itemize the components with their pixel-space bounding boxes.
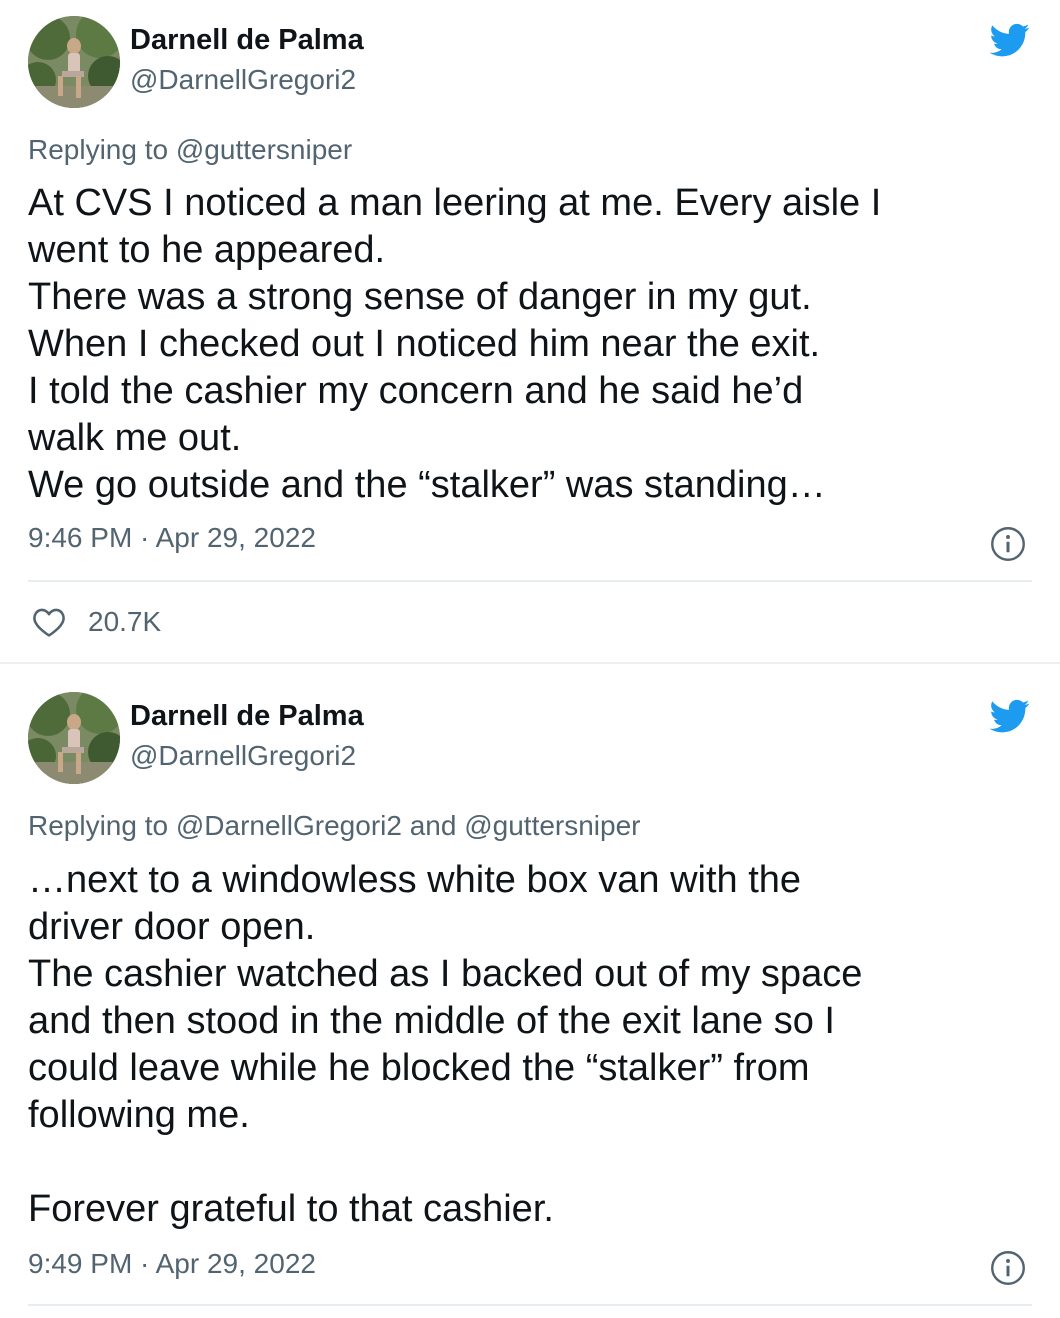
divider <box>28 1304 1032 1306</box>
twitter-bird-icon[interactable] <box>988 696 1032 736</box>
reply-mentions[interactable]: @DarnellGregori2 and @guttersniper <box>176 810 641 841</box>
user-handle[interactable]: @DarnellGregori2 <box>130 740 356 772</box>
like-count: 20.7K <box>88 606 162 637</box>
avatar[interactable] <box>28 692 120 784</box>
info-icon[interactable] <box>990 1250 1026 1286</box>
tweet-text-line: …next to a windowless white box van with… <box>28 859 802 901</box>
reply-mentions[interactable]: @guttersniper <box>176 134 352 165</box>
tweet-card-1[interactable]: Darnell de Palma @DarnellGregori2 Replyi… <box>0 0 1060 662</box>
tweet-text-line: The cashier watched as I backed out of m… <box>28 953 863 995</box>
tweet-text-line: When I checked out I noticed him near th… <box>28 323 821 365</box>
tweet-text-line: driver door open. <box>28 906 316 948</box>
divider <box>28 580 1032 582</box>
heart-icon <box>33 608 65 637</box>
tweet-text-line: went to he appeared. <box>28 229 386 271</box>
user-handle[interactable]: @DarnellGregori2 <box>130 64 356 96</box>
reply-context: Replying to @DarnellGregori2 and @gutter… <box>28 810 641 842</box>
avatar-photo <box>28 16 120 108</box>
tweet-text-line: could leave while he blocked the “stalke… <box>28 1047 810 1089</box>
tweet-text-line: I told the cashier my concern and he sai… <box>28 370 804 412</box>
twitter-bird-icon[interactable] <box>988 20 1032 60</box>
tweet-timestamp[interactable]: 9:46 PM · Apr 29, 2022 <box>28 522 316 554</box>
tweet-text-line: We go outside and the “stalker” was stan… <box>28 464 826 506</box>
reply-context: Replying to @guttersniper <box>28 134 352 166</box>
display-name[interactable]: Darnell de Palma <box>130 700 364 733</box>
tweet-text-line: and then stood in the middle of the exit… <box>28 1000 835 1042</box>
tweet-timestamp[interactable]: 9:49 PM · Apr 29, 2022 <box>28 1248 316 1280</box>
display-name[interactable]: Darnell de Palma <box>130 24 364 57</box>
avatar-photo <box>28 692 120 784</box>
tweet-text-line: Forever grateful to that cashier. <box>28 1188 554 1230</box>
reply-prefix: Replying to <box>28 810 176 841</box>
tweet-text-line: At CVS I noticed a man leering at me. Ev… <box>28 182 882 224</box>
tweet-text: …next to a windowless white box van with… <box>28 857 1028 1233</box>
tweet-text: At CVS I noticed a man leering at me. Ev… <box>28 180 1028 509</box>
info-icon[interactable] <box>990 526 1026 562</box>
tweet-text-line: There was a strong sense of danger in my… <box>28 276 812 318</box>
reply-prefix: Replying to <box>28 134 176 165</box>
avatar[interactable] <box>28 16 120 108</box>
tweet-text-line: following me. <box>28 1094 250 1136</box>
like-button[interactable]: 20.7K <box>32 602 161 642</box>
tweet-text-line: walk me out. <box>28 417 242 459</box>
tweet-card-2[interactable]: Darnell de Palma @DarnellGregori2 Replyi… <box>0 662 1060 1318</box>
